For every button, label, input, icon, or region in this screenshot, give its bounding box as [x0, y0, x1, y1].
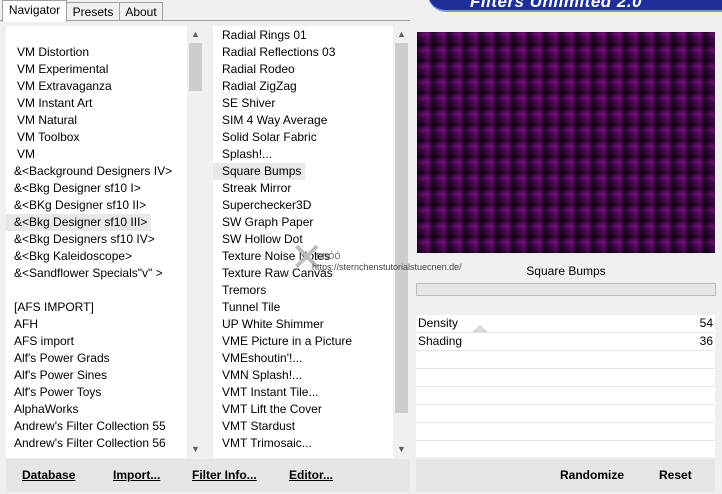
list-item[interactable]: Square Bumps [213, 163, 306, 180]
list-item[interactable]: Solid Solar Fabric [213, 129, 321, 146]
list-item[interactable]: VMT Stardust [213, 418, 299, 435]
import-button[interactable]: Import... [113, 467, 160, 483]
list-item[interactable]: &<Sandflower Specials"v" > [6, 265, 167, 282]
list-item[interactable]: VM Natural [6, 112, 81, 129]
param-empty [416, 351, 715, 369]
category-list[interactable]: Andrew's Filter Collection 56 Andrew's Fi… [6, 26, 204, 458]
list-item[interactable]: Alf's Power Toys [6, 384, 105, 401]
parameter-panel: Density 54 Shading 36 [416, 315, 715, 457]
list-item[interactable]: Radial Rodeo [213, 61, 299, 78]
left-button-bar: Database Import... Filter Info... Editor… [6, 459, 410, 492]
list-item[interactable]: Tunnel Tile [213, 299, 284, 316]
tab-navigator[interactable]: Navigator [2, 0, 67, 22]
list-item[interactable]: Tremors [213, 282, 270, 299]
list-item[interactable]: Radial Reflections 03 [213, 44, 339, 61]
preview-filter-name: Square Bumps [526, 264, 606, 278]
list-item[interactable]: AFH [6, 316, 42, 333]
filter-info-button[interactable]: Filter Info... [192, 467, 257, 483]
scroll-up-icon[interactable]: ▲ [187, 26, 204, 43]
list-item[interactable]: SIM 4 Way Average [213, 112, 331, 129]
param-shading[interactable]: Shading 36 [416, 333, 715, 351]
list-item[interactable]: SW Graph Paper [213, 214, 317, 231]
list-item[interactable]: VME Picture in a Picture [213, 333, 356, 350]
list-item[interactable]: VMT Lift the Cover [213, 401, 326, 418]
tab-about[interactable]: About [119, 2, 163, 20]
list-item[interactable]: Radial ZigZag [213, 78, 301, 95]
list-item[interactable]: AlphaWorks [6, 401, 82, 418]
filter-preview-image [417, 32, 715, 253]
list-item[interactable]: &<Bkg Designer sf10 I> [6, 180, 145, 197]
list-item[interactable]: VM Toolbox [6, 129, 83, 146]
list-item[interactable]: VMN Splash!... [213, 367, 306, 384]
list-item[interactable]: UP White Shimmer [213, 316, 328, 333]
param-label: Density [418, 316, 459, 330]
list-item[interactable]: Radial Rings 01 [213, 27, 311, 44]
list-item[interactable]: VM Extravaganza [6, 78, 116, 95]
filter-scrollbar[interactable]: ▲ ▼ [393, 26, 410, 458]
right-button-bar: Randomize Reset [416, 459, 715, 492]
editor-button[interactable]: Editor... [289, 467, 333, 483]
list-item[interactable]: [AFS IMPORT] [6, 299, 98, 316]
list-item[interactable]: Andrew's Filter Collection 56 [6, 435, 170, 452]
list-item[interactable]: VMT Trimosaic... [213, 435, 316, 452]
reset-button[interactable]: Reset [659, 467, 692, 483]
list-item [6, 282, 18, 299]
list-item[interactable]: VM Experimental [6, 61, 112, 78]
list-item[interactable]: Alf's Power Sines [6, 367, 111, 384]
list-item[interactable]: Texture Noise Notes [213, 248, 334, 265]
list-item[interactable]: VM Distortion [6, 44, 93, 61]
list-item[interactable]: &<BKg Designer sf10 II> [6, 197, 150, 214]
scroll-down-icon[interactable]: ▼ [187, 441, 204, 458]
list-item[interactable]: &<Bkg Designers sf10 IV> [6, 231, 159, 248]
filter-list[interactable]: VMT Trimosaic... VMT Stardust VMT Lift the… [213, 26, 410, 458]
tab-presets[interactable]: Presets [66, 2, 120, 20]
app-banner: Filters Unlimited 2.0 [420, 0, 722, 12]
progress-bar [416, 283, 716, 296]
list-item[interactable]: Splash!... [213, 146, 276, 163]
list-item[interactable]: VMT Instant Tile... [213, 384, 322, 401]
list-item[interactable]: SE Shiver [213, 95, 279, 112]
list-item[interactable]: &<Bkg Kaleidoscope> [6, 248, 136, 265]
list-item[interactable]: VM Instant Art [6, 95, 96, 112]
param-empty [416, 423, 715, 441]
list-item[interactable]: VMEshoutin'!... [213, 350, 306, 367]
list-item[interactable]: Alf's Power Grads [6, 350, 114, 367]
database-button[interactable]: Database [22, 467, 75, 483]
list-item[interactable]: Andrew's Filter Collection 55 [6, 418, 170, 435]
scroll-down-icon[interactable]: ▼ [393, 441, 410, 458]
param-label: Shading [418, 334, 463, 348]
slider-triangle-icon[interactable] [472, 325, 488, 332]
param-empty [416, 387, 715, 405]
randomize-button[interactable]: Randomize [560, 467, 624, 483]
scroll-thumb[interactable] [395, 43, 408, 413]
list-item[interactable]: Texture Raw Canvas [213, 265, 337, 282]
list-item[interactable]: Streak Mirror [213, 180, 295, 197]
param-empty [416, 369, 715, 387]
banner-title: Filters Unlimited 2.0 [470, 0, 643, 11]
list-item[interactable]: Superchecker3D [213, 197, 315, 214]
list-item[interactable]: AFS import [6, 333, 78, 350]
category-scrollbar[interactable]: ▲ ▼ [187, 26, 204, 458]
list-item[interactable]: VM [6, 146, 39, 163]
scroll-thumb[interactable] [189, 43, 202, 91]
list-item[interactable]: &<Bkg Designer sf10 III> [6, 214, 152, 231]
param-value: 54 [699, 316, 713, 330]
list-item[interactable]: &<Background Designers IV> [6, 163, 176, 180]
tab-bar: Navigator Presets About [0, 0, 420, 22]
list-item[interactable]: SW Hollow Dot [213, 231, 307, 248]
param-value: 36 [699, 334, 713, 348]
param-density[interactable]: Density 54 [416, 315, 715, 333]
param-empty [416, 405, 715, 423]
scroll-up-icon[interactable]: ▲ [393, 26, 410, 43]
